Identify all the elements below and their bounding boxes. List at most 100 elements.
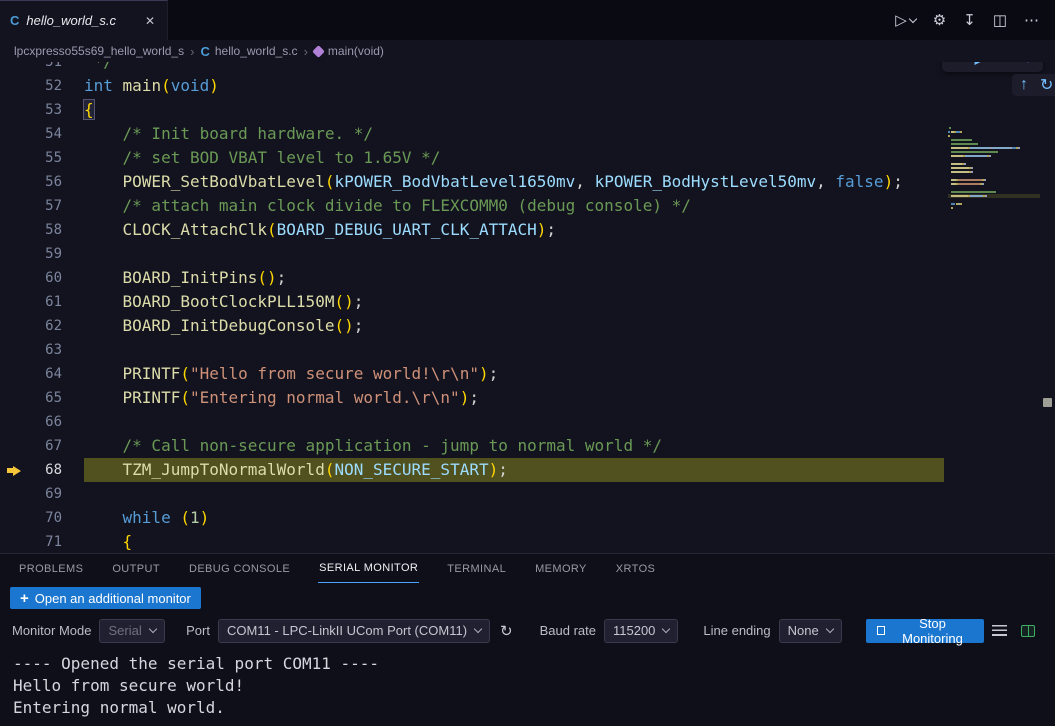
code-line[interactable]: 58 CLOCK_AttachClk(BOARD_DEBUG_UART_CLK_… <box>0 218 1055 242</box>
line-number[interactable]: 69 <box>28 482 62 506</box>
code-text: { <box>62 98 94 122</box>
tab-memory[interactable]: MEMORY <box>534 555 588 583</box>
tab-close-icon[interactable]: ✕ <box>143 12 157 30</box>
tab-debug-console[interactable]: DEBUG CONSOLE <box>188 555 291 583</box>
code-line[interactable]: 51 */ <box>0 62 1055 74</box>
breadcrumb-symbol[interactable]: main(void) <box>314 44 384 58</box>
tab-terminal[interactable]: TERMINAL <box>446 555 507 583</box>
tab-problems[interactable]: PROBLEMS <box>18 555 84 583</box>
debug-toolbar-overflow: ↑ ↻ <box>1012 74 1055 96</box>
overview-ruler-marker <box>1043 398 1052 407</box>
serial-output-line: Hello from secure world! <box>13 675 1055 697</box>
split-editor-icon[interactable]: ◫ <box>993 11 1007 29</box>
code-text: int main(void) <box>62 74 219 98</box>
code-line[interactable]: 67 /* Call non-secure application - jump… <box>0 434 1055 458</box>
plus-icon: + <box>20 590 29 607</box>
code-line[interactable]: 57 /* attach main clock divide to FLEXCO… <box>0 194 1055 218</box>
refresh-ports-icon[interactable]: ↻ <box>498 622 515 640</box>
code-text: /* attach main clock divide to FLEXCOMM0… <box>62 194 691 218</box>
line-ending-label: Line ending <box>703 623 770 638</box>
terminal-mode-icon[interactable] <box>1021 625 1035 637</box>
line-number[interactable]: 71 <box>28 530 62 553</box>
line-number[interactable]: 52 <box>28 74 62 98</box>
tab-xrtos[interactable]: XRTOS <box>615 555 657 583</box>
code-line[interactable]: 66 <box>0 410 1055 434</box>
step-into-icon[interactable]: ↓ <box>1024 62 1032 67</box>
code-text: BOARD_BootClockPLL150M(); <box>62 290 363 314</box>
clear-output-icon[interactable] <box>992 625 1007 636</box>
monitor-mode-label: Monitor Mode <box>12 623 91 638</box>
line-number[interactable]: 62 <box>28 314 62 338</box>
code-line[interactable]: 52int main(void) <box>0 74 1055 98</box>
code-line[interactable]: 53{ <box>0 98 1055 122</box>
code-line[interactable]: 54 /* Init board hardware. */ <box>0 122 1055 146</box>
line-number[interactable]: 61 <box>28 290 62 314</box>
stop-monitoring-button[interactable]: Stop Monitoring <box>866 619 984 643</box>
code-line[interactable]: 65 PRINTF("Entering normal world.\r\n"); <box>0 386 1055 410</box>
line-number[interactable]: 55 <box>28 146 62 170</box>
code-text: */ <box>62 62 113 74</box>
tab-serial-monitor[interactable]: SERIAL MONITOR <box>318 554 419 583</box>
gear-icon[interactable]: ⚙ <box>933 11 946 29</box>
code-text: BOARD_InitPins(); <box>62 266 286 290</box>
code-line[interactable]: 56 POWER_SetBodVbatLevel(kPOWER_BodVbatL… <box>0 170 1055 194</box>
tab-output[interactable]: OUTPUT <box>111 555 161 583</box>
overview-ruler[interactable] <box>1041 62 1055 553</box>
code-text: /* set BOD VBAT level to 1.65V */ <box>62 146 440 170</box>
step-over-icon[interactable]: ↷ <box>999 62 1012 68</box>
line-ending-select[interactable]: None <box>779 619 842 643</box>
line-number[interactable]: 56 <box>28 170 62 194</box>
line-number[interactable]: 51 <box>28 62 62 74</box>
run-or-debug-icon[interactable]: ▷ <box>895 11 916 29</box>
code-line[interactable]: 70 while (1) <box>0 506 1055 530</box>
serial-output[interactable]: ---- Opened the serial port COM11 ---- H… <box>0 645 1055 719</box>
download-icon[interactable]: ↧ <box>963 11 976 29</box>
tab-title: hello_world_s.c <box>26 13 136 28</box>
breadcrumb-project[interactable]: lpcxpresso55s69_hello_world_s <box>14 44 184 58</box>
more-actions-icon[interactable]: ⋯ <box>1024 11 1039 29</box>
stop-icon <box>877 626 885 635</box>
code-line[interactable]: 61 BOARD_BootClockPLL150M(); <box>0 290 1055 314</box>
continue-icon[interactable]: ▶ <box>975 62 987 68</box>
line-number[interactable]: 53 <box>28 98 62 122</box>
symbol-method-icon <box>312 45 325 58</box>
code-text: POWER_SetBodVbatLevel(kPOWER_BodVbatLeve… <box>62 170 903 194</box>
line-number[interactable]: 64 <box>28 362 62 386</box>
code-line[interactable]: 55 /* set BOD VBAT level to 1.65V */ <box>0 146 1055 170</box>
code-line[interactable]: 64 PRINTF("Hello from secure world!\r\n"… <box>0 362 1055 386</box>
port-select[interactable]: COM11 - LPC-LinkII UCom Port (COM11) <box>218 619 490 643</box>
code-line[interactable]: 60 BOARD_InitPins(); <box>0 266 1055 290</box>
line-number[interactable]: 70 <box>28 506 62 530</box>
line-number[interactable]: 54 <box>28 122 62 146</box>
open-additional-monitor-button[interactable]: + Open an additional monitor <box>10 587 201 609</box>
code-line[interactable]: 62 BOARD_InitDebugConsole(); <box>0 314 1055 338</box>
baud-rate-select[interactable]: 115200 <box>604 619 678 643</box>
breadcrumb-file[interactable]: C hello_world_s.c <box>200 44 297 59</box>
code-editor[interactable]: 51 */52int main(void)53{54 /* Init board… <box>0 62 1055 553</box>
chevron-down-icon <box>909 14 917 22</box>
code-line[interactable]: 63 <box>0 338 1055 362</box>
restart-icon[interactable]: ↻ <box>1040 75 1053 95</box>
line-number[interactable]: 68 <box>28 458 62 482</box>
code-text: PRINTF("Entering normal world.\r\n"); <box>62 386 479 410</box>
chevron-down-icon <box>825 625 833 633</box>
monitor-mode-select[interactable]: Serial <box>99 619 164 643</box>
line-number[interactable]: 60 <box>28 266 62 290</box>
serial-output-line: Entering normal world. <box>13 697 1055 719</box>
line-number[interactable]: 59 <box>28 242 62 266</box>
step-out-icon[interactable]: ↑ <box>1020 76 1028 94</box>
editor-tab-hello-world[interactable]: C hello_world_s.c ✕ <box>0 0 168 40</box>
line-number[interactable]: 57 <box>28 194 62 218</box>
code-line[interactable]: 59 <box>0 242 1055 266</box>
line-number[interactable]: 63 <box>28 338 62 362</box>
line-number[interactable]: 67 <box>28 434 62 458</box>
debug-current-line-arrow[interactable] <box>0 458 28 482</box>
code-line[interactable]: 71 { <box>0 530 1055 553</box>
line-number[interactable]: 66 <box>28 410 62 434</box>
line-number[interactable]: 58 <box>28 218 62 242</box>
drag-handle-icon[interactable]: ⠿ <box>953 62 963 66</box>
code-line[interactable]: 68 TZM_JumpToNormalWorld(NON_SECURE_STAR… <box>0 458 1055 482</box>
line-number[interactable]: 65 <box>28 386 62 410</box>
code-line[interactable]: 69 <box>0 482 1055 506</box>
code-text: BOARD_InitDebugConsole(); <box>62 314 363 338</box>
